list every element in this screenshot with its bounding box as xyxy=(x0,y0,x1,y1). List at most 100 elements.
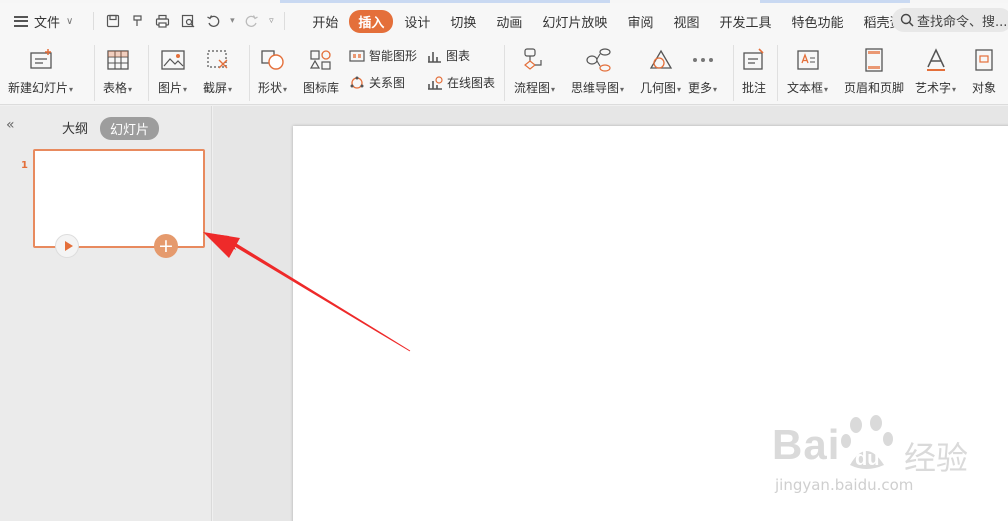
search-placeholder: 查找命令、搜... xyxy=(917,14,1008,30)
tab-insert[interactable]: 插入 xyxy=(349,9,394,33)
tab-design[interactable]: 设计 xyxy=(395,10,439,33)
shape-icon xyxy=(260,45,286,75)
icon-library-button[interactable]: 图标库 xyxy=(303,45,339,96)
undo-icon[interactable] xyxy=(200,9,225,33)
chart-label: 图表 xyxy=(446,49,471,63)
smart-art-icon xyxy=(349,49,365,62)
slide-thumbnail[interactable] xyxy=(33,149,205,248)
file-menu[interactable]: 文件 ∨ xyxy=(0,9,79,33)
relation-chart-icon xyxy=(350,76,364,89)
header-footer-label: 页眉和页脚 xyxy=(844,81,905,95)
new-slide-button[interactable]: 新建幻灯片▾ xyxy=(8,45,73,96)
picture-icon xyxy=(160,45,186,75)
undo-dropdown-icon[interactable]: ▾ xyxy=(225,9,239,33)
online-chart-button[interactable]: 在线图表 xyxy=(427,74,495,91)
online-chart-icon xyxy=(428,75,443,90)
more-label: 更多 xyxy=(688,81,713,95)
tab-home[interactable]: 开始 xyxy=(303,10,347,33)
smart-art-label: 智能图形 xyxy=(369,49,418,63)
relation-chart-label: 关系图 xyxy=(369,76,406,90)
more-dots-icon xyxy=(691,45,715,75)
watermark-brand-bai: Bai xyxy=(772,421,841,468)
new-slide-icon xyxy=(28,45,54,75)
geometry-label: 几何图 xyxy=(640,81,677,95)
tab-special-features[interactable]: 特色功能 xyxy=(782,10,852,33)
comment-icon xyxy=(741,45,767,75)
watermark-brand-du: du xyxy=(855,448,879,470)
smart-art-button[interactable]: 智能图形 xyxy=(349,47,417,64)
watermark-cn: 经验 xyxy=(904,439,969,477)
comment-label: 批注 xyxy=(741,81,766,95)
baidu-jingyan-watermark: Bai du 经验 jingyan.baidu.com xyxy=(772,413,1002,503)
watermark-url: jingyan.baidu.com xyxy=(775,476,914,494)
tab-outline[interactable]: 大纲 xyxy=(62,118,88,137)
quick-access-toolbar: ▾ ▿ xyxy=(87,9,291,33)
mindmap-button[interactable]: 思维导图▾ xyxy=(571,45,624,96)
slide-navigation-panel: « 大纲 幻灯片 1 + xyxy=(0,106,212,521)
file-menu-label: 文件 xyxy=(34,15,61,31)
new-slide-label: 新建幻灯片 xyxy=(8,81,69,95)
customize-toolbar-icon[interactable]: ▿ xyxy=(264,9,278,33)
tab-animations[interactable]: 动画 xyxy=(487,10,531,33)
table-icon xyxy=(106,45,130,75)
comment-button[interactable]: 批注 xyxy=(741,45,767,96)
paw-logo-icon: du xyxy=(841,415,893,470)
shape-label: 形状 xyxy=(258,81,283,95)
geometry-icon xyxy=(648,45,674,75)
screenshot-button[interactable]: 截屏▾ xyxy=(203,45,232,96)
table-button[interactable]: 表格▾ xyxy=(103,45,132,96)
chevron-down-icon: ∨ xyxy=(66,15,74,27)
chart-button[interactable]: 图表 xyxy=(427,47,470,64)
print-icon[interactable] xyxy=(150,9,175,33)
screenshot-label: 截屏 xyxy=(203,81,228,95)
menu-bar: 文件 ∨ ▾ ▿ 开始 插入 设计 切换 动画 幻灯片放映 审阅 视图 开发工具… xyxy=(0,3,1008,39)
wordart-icon xyxy=(924,45,948,75)
play-slide-icon[interactable] xyxy=(55,234,79,258)
add-slide-button[interactable]: + xyxy=(154,234,178,258)
textbox-icon xyxy=(795,45,821,75)
geometry-button[interactable]: 几何图▾ xyxy=(640,45,681,96)
flowchart-label: 流程图 xyxy=(514,81,551,95)
save-icon[interactable] xyxy=(100,9,125,33)
relation-chart-button[interactable]: 关系图 xyxy=(349,74,405,91)
bar-chart-icon xyxy=(428,51,441,63)
ribbon-tabs: 开始 插入 设计 切换 动画 幻灯片放映 审阅 视图 开发工具 特色功能 稻壳资… xyxy=(303,9,926,33)
tab-slides[interactable]: 幻灯片 xyxy=(100,117,160,140)
flowchart-icon xyxy=(522,45,548,75)
tab-developer[interactable]: 开发工具 xyxy=(710,10,780,33)
picture-label: 图片 xyxy=(158,81,183,95)
insert-ribbon: 新建幻灯片▾ 表格▾ 图片▾ 截屏▾ 形状▾ 图标库 智能图形 图表 关系图 在… xyxy=(0,39,1008,105)
textbox-label: 文本框 xyxy=(787,81,824,95)
screenshot-icon xyxy=(205,45,231,75)
command-search-input[interactable]: 查找命令、搜... xyxy=(892,8,1008,32)
redo-icon[interactable] xyxy=(239,9,264,33)
search-icon xyxy=(900,13,914,27)
print-preview-icon[interactable] xyxy=(175,9,200,33)
header-footer-button[interactable]: 页眉和页脚 xyxy=(844,45,904,96)
mindmap-label: 思维导图 xyxy=(571,81,620,95)
object-button[interactable]: 对象 xyxy=(972,45,996,96)
wordart-button[interactable]: 艺术字▾ xyxy=(915,45,956,96)
more-button[interactable]: 更多▾ xyxy=(688,45,717,96)
online-chart-label: 在线图表 xyxy=(447,76,496,90)
format-painter-icon[interactable] xyxy=(125,9,150,33)
object-label: 对象 xyxy=(972,81,997,95)
icon-library-label: 图标库 xyxy=(303,81,340,95)
object-icon xyxy=(972,45,996,75)
tab-transitions[interactable]: 切换 xyxy=(441,10,485,33)
wordart-label: 艺术字 xyxy=(915,81,952,95)
mindmap-icon xyxy=(584,45,612,75)
icon-library-icon xyxy=(308,45,334,75)
table-label: 表格 xyxy=(103,81,128,95)
slide-number: 1 xyxy=(21,160,28,171)
tab-slideshow[interactable]: 幻灯片放映 xyxy=(533,10,616,33)
tab-view[interactable]: 视图 xyxy=(664,10,708,33)
hamburger-icon xyxy=(14,15,28,27)
picture-button[interactable]: 图片▾ xyxy=(158,45,187,96)
tab-review[interactable]: 审阅 xyxy=(618,10,662,33)
shape-button[interactable]: 形状▾ xyxy=(258,45,287,96)
header-footer-icon xyxy=(862,45,886,75)
flowchart-button[interactable]: 流程图▾ xyxy=(514,45,555,96)
collapse-panel-icon[interactable]: « xyxy=(6,117,15,133)
textbox-button[interactable]: 文本框▾ xyxy=(787,45,828,96)
